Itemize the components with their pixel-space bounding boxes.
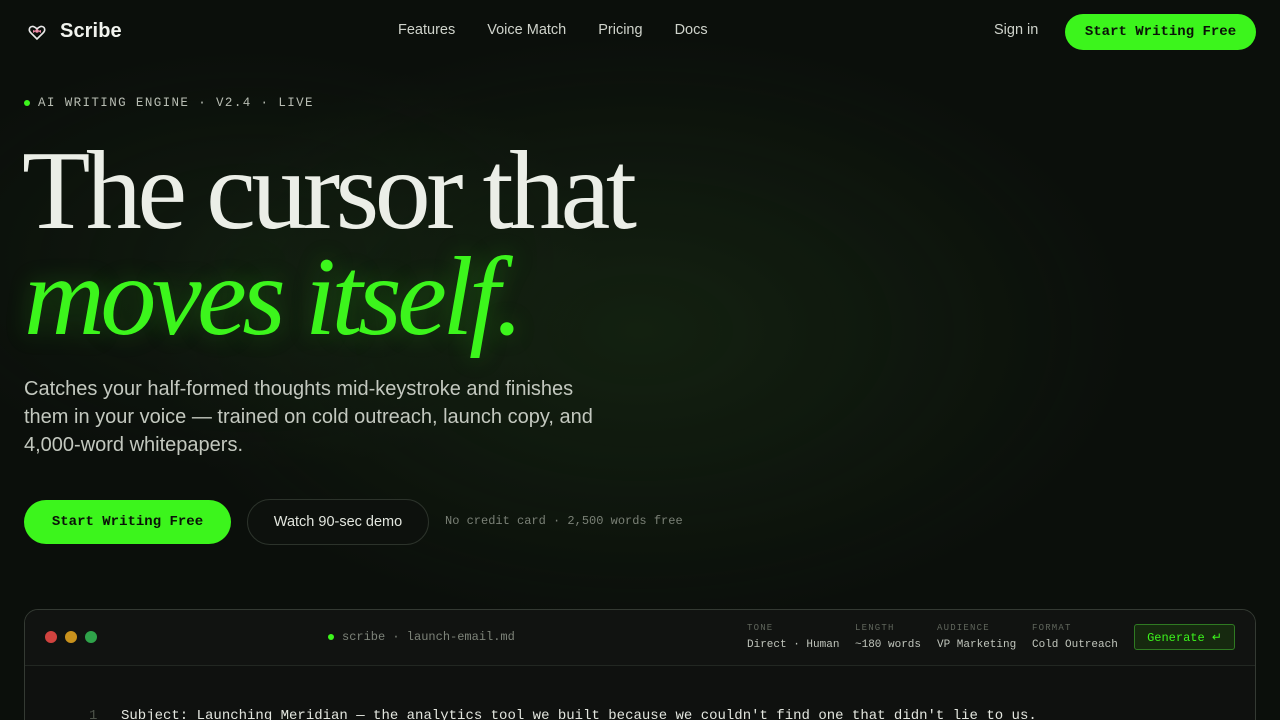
close-dot[interactable] — [45, 631, 57, 643]
nav-link-features[interactable]: Features — [398, 22, 455, 38]
sign-in-link[interactable]: Sign in — [994, 22, 1038, 38]
editor-toolbar: scribe · launch-email.md TONE Direct · H… — [25, 610, 1255, 666]
meta-tone-key: TONE — [747, 623, 774, 633]
meta-tone[interactable]: TONE Direct · Human — [747, 623, 839, 651]
minimize-dot[interactable] — [65, 631, 77, 643]
generate-button[interactable]: Generate ↵ — [1134, 624, 1235, 650]
meta-audience[interactable]: AUDIENCE VP Marketing — [937, 623, 1016, 651]
meta-length-value: ~180 words — [855, 639, 922, 651]
nav-links: Features Voice Match Pricing Docs — [398, 22, 708, 38]
meta-format-value: Cold Outreach — [1032, 639, 1118, 651]
brand-name: Scribe — [60, 20, 122, 42]
meta-format[interactable]: FORMAT Cold Outreach — [1032, 623, 1118, 651]
nav-link-voice-match[interactable]: Voice Match — [487, 22, 566, 38]
meta-length-key: LENGTH — [855, 623, 895, 633]
headline-line-2: moves itself. — [24, 235, 524, 359]
eyebrow-text: AI WRITING ENGINE · V2.4 · LIVE — [38, 96, 314, 110]
meta-format-key: FORMAT — [1032, 623, 1072, 633]
file-status-dot — [328, 634, 334, 640]
top-nav: Scribe Features Voice Match Pricing Docs… — [0, 0, 1280, 64]
fine-print: No credit card · 2,500 words free — [445, 514, 683, 528]
maximize-dot[interactable] — [85, 631, 97, 643]
live-status-dot — [24, 100, 30, 106]
meta-tone-value: Direct · Human — [747, 639, 840, 651]
filename-text: scribe · launch-email.md — [342, 630, 515, 644]
meta-audience-key: AUDIENCE — [937, 623, 990, 633]
brand-logo[interactable]: Scribe — [26, 20, 122, 43]
hero-eyebrow: AI WRITING ENGINE · V2.4 · LIVE — [24, 96, 314, 110]
hero-subtitle: Catches your half-formed thoughts mid-ke… — [24, 378, 593, 456]
meta-audience-value: VP Marketing — [937, 639, 1017, 651]
nav-link-pricing[interactable]: Pricing — [598, 22, 642, 38]
line-text: Subject: Launching Meridian — the analyt… — [121, 708, 1037, 720]
window-controls — [45, 631, 97, 643]
line-number: 1 — [89, 708, 98, 720]
nav-link-docs[interactable]: Docs — [675, 22, 708, 38]
editor-filename: scribe · launch-email.md — [328, 630, 515, 644]
meta-length[interactable]: LENGTH ~180 words — [855, 623, 921, 651]
watch-demo-button[interactable]: Watch 90-sec demo — [247, 499, 429, 545]
headline-line-1: The cursor that — [22, 129, 637, 253]
editor-window: scribe · launch-email.md TONE Direct · H… — [24, 609, 1256, 720]
heart-bow-icon — [26, 21, 48, 43]
nav-start-writing-button[interactable]: Start Writing Free — [1065, 14, 1256, 50]
hero-start-writing-button[interactable]: Start Writing Free — [24, 500, 231, 544]
